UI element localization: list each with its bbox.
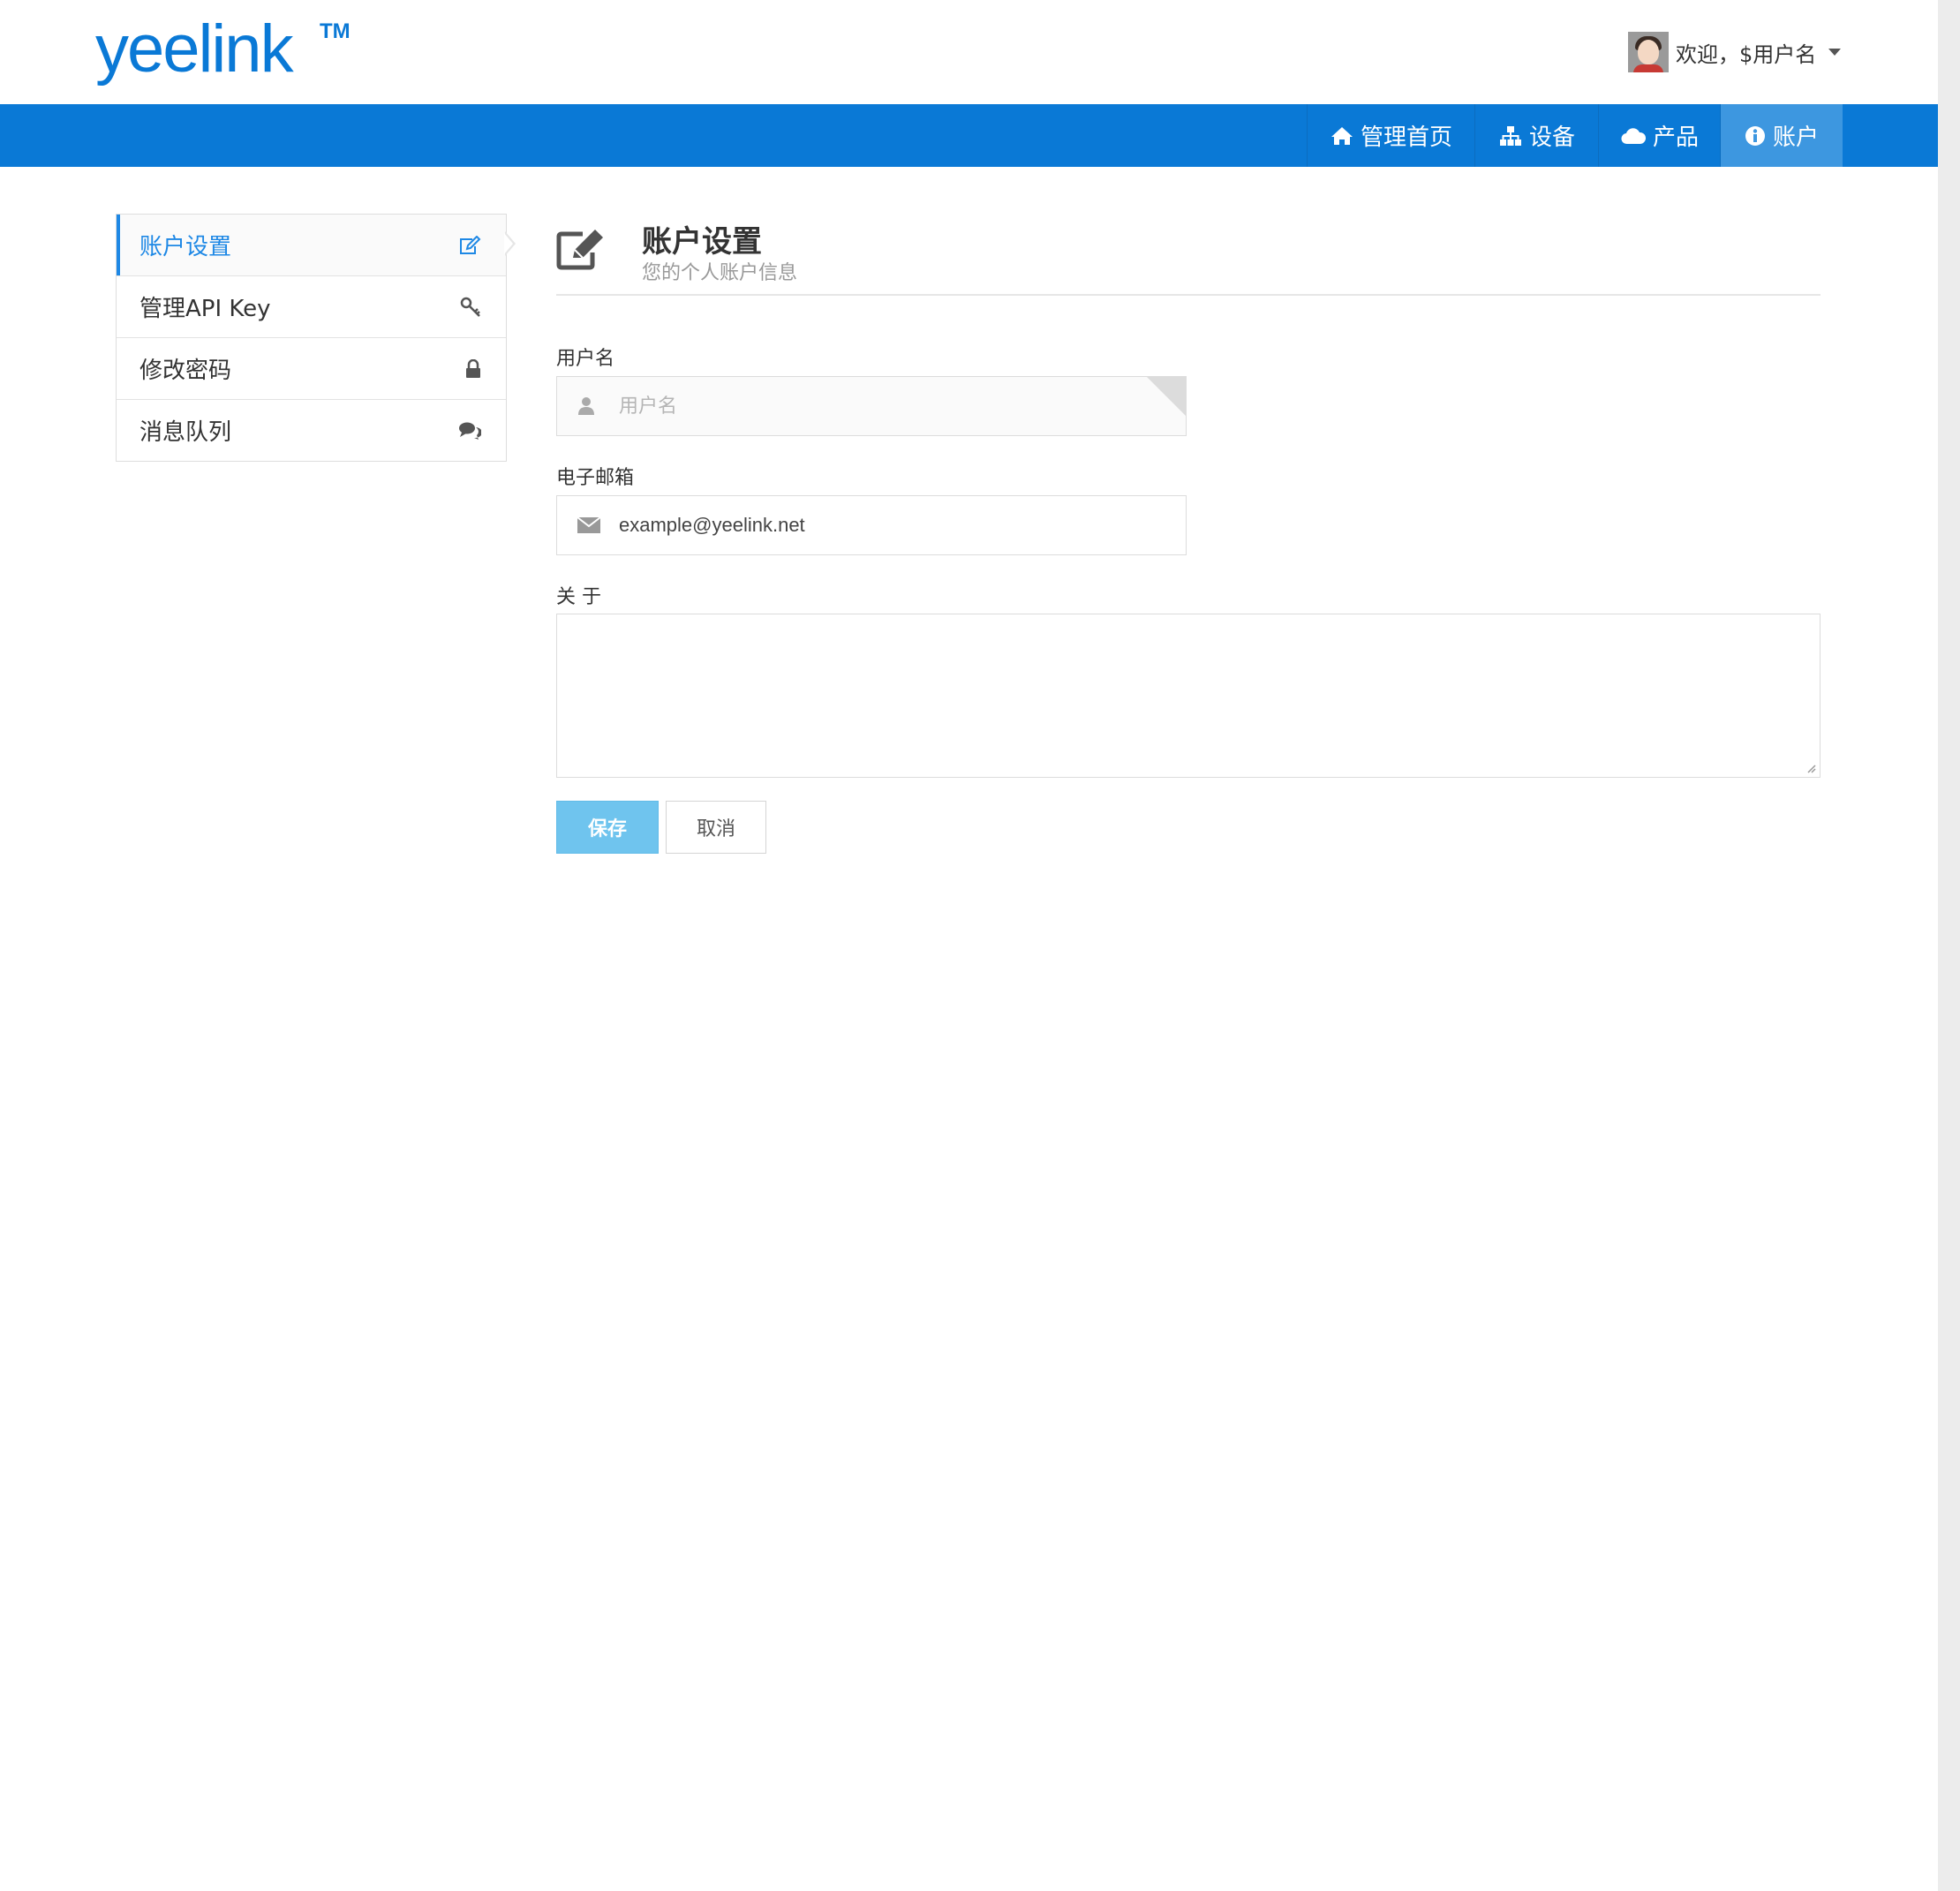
about-textarea[interactable]: [556, 614, 1821, 778]
about-label: 关 于: [556, 586, 601, 608]
nav-label: 管理首页: [1360, 124, 1452, 151]
page-subtitle: 您的个人账户信息: [642, 262, 798, 284]
comments-icon: [459, 422, 481, 440]
sidebar-item-change-password[interactable]: 修改密码: [117, 337, 506, 399]
field-corner-marker: [1147, 377, 1186, 416]
logo-trademark: TM: [320, 19, 351, 43]
nav-label: 账户: [1772, 124, 1819, 151]
scrollbar-track[interactable]: [1938, 0, 1960, 1891]
cancel-button[interactable]: 取消: [666, 801, 766, 854]
edit-icon: [460, 235, 481, 254]
save-button[interactable]: 保存: [556, 801, 659, 854]
sidebar-active-pointer-fill: [504, 233, 513, 254]
sidebar-item-label: 管理API Key: [139, 296, 271, 322]
envelope-icon: [577, 516, 601, 533]
header: yeelink TM 欢迎，$用户名: [0, 0, 1938, 104]
sitemap-icon: [1499, 125, 1521, 146]
user-menu[interactable]: 欢迎，$用户名: [1628, 31, 1842, 73]
home-icon: [1331, 126, 1353, 145]
chevron-down-icon: [1828, 49, 1842, 56]
sidebar-item-label: 修改密码: [139, 358, 232, 384]
edit-icon: [556, 230, 603, 270]
sidebar-item-api-key[interactable]: 管理API Key: [117, 275, 506, 337]
email-label: 电子邮箱: [556, 467, 635, 489]
yeelink-logo[interactable]: yeelink TM: [95, 5, 351, 94]
logo-text: yeelink: [95, 11, 294, 87]
info-circle-icon: [1745, 125, 1765, 146]
resize-grip-icon[interactable]: [1805, 763, 1816, 773]
avatar: [1628, 32, 1669, 72]
sidebar: 账户设置 管理API Key 修改密码 消息队列: [116, 214, 507, 462]
page-title: 账户设置: [642, 224, 762, 260]
nav-item-devices[interactable]: 设备: [1474, 104, 1599, 167]
sidebar-item-label: 账户设置: [139, 234, 232, 260]
email-field[interactable]: [556, 495, 1187, 555]
user-icon: [578, 397, 594, 415]
nav-label: 设备: [1528, 124, 1575, 151]
nav-item-home[interactable]: 管理首页: [1307, 104, 1475, 167]
nav-item-products[interactable]: 产品: [1598, 104, 1721, 167]
username-field[interactable]: [556, 376, 1187, 436]
nav-item-account[interactable]: 账户: [1720, 104, 1843, 167]
username-input[interactable]: [619, 377, 1149, 435]
welcome-text: 欢迎，$用户名: [1676, 41, 1817, 67]
sidebar-item-label: 消息队列: [139, 419, 232, 446]
main-navbar: 管理首页 设备 产品 账户: [0, 104, 1938, 167]
nav-label: 产品: [1652, 124, 1699, 151]
page-header: 账户设置 您的个人账户信息: [556, 212, 1821, 296]
username-label: 用户名: [556, 348, 615, 370]
email-input[interactable]: [619, 496, 1149, 554]
lock-icon: [466, 358, 480, 378]
sidebar-item-message-queue[interactable]: 消息队列: [117, 399, 506, 461]
cloud-icon: [1621, 127, 1646, 144]
sidebar-item-account-settings[interactable]: 账户设置: [117, 215, 506, 275]
key-icon: [460, 297, 480, 317]
